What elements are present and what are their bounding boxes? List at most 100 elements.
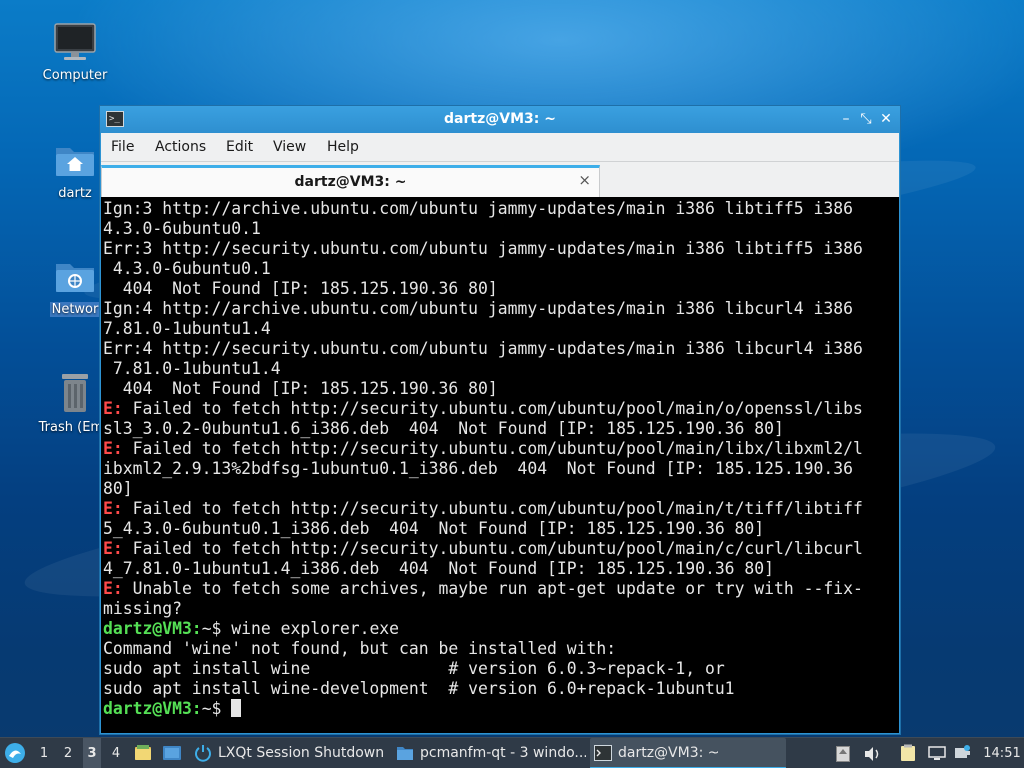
terminal-line: E: Failed to fetch http://security.ubunt…	[103, 399, 899, 419]
menu-help[interactable]: Help	[327, 139, 359, 155]
terminal-line: 404 Not Found [IP: 185.125.190.36 80]	[103, 379, 899, 399]
menu-actions[interactable]: Actions	[155, 139, 206, 155]
terminal-line: E: Failed to fetch http://security.ubunt…	[103, 539, 899, 559]
clipboard-icon	[901, 744, 915, 761]
terminal-line: 7.81.0-1ubuntu1.4	[103, 319, 899, 339]
terminal-text: Err:4 http://security.ubuntu.com/ubuntu …	[103, 339, 863, 358]
text-cursor	[231, 699, 242, 717]
error-prefix: E:	[103, 439, 123, 458]
minimize-button[interactable]: –	[836, 109, 856, 129]
error-prefix: E:	[103, 399, 123, 418]
terminal-text: 5_4.3.0-6ubuntu0.1_i386.deb 404 Not Foun…	[103, 519, 765, 538]
quicklaunch-files[interactable]	[134, 738, 154, 768]
volume-icon	[865, 747, 879, 761]
network-folder-icon	[56, 264, 94, 292]
terminal-text: Command 'wine' not found, but can be ins…	[103, 639, 617, 658]
tab-bar: dartz@VM3: ~ ×	[101, 161, 899, 198]
close-button[interactable]: ✕	[876, 109, 896, 129]
terminal-line: missing?	[103, 599, 899, 619]
desktop-icon-label: dartz	[58, 186, 92, 201]
terminal-window: >_ dartz@VM3: ~ – ⤡ ✕ File Actions Edit …	[99, 105, 901, 735]
menu-view[interactable]: View	[273, 139, 306, 155]
terminal-line: 4.3.0-6ubuntu0.1	[103, 259, 899, 279]
terminal-line: Err:4 http://security.ubuntu.com/ubuntu …	[103, 339, 899, 359]
show-desktop-icon	[163, 746, 181, 760]
terminal-text: Ign:4 http://archive.ubuntu.com/ubuntu j…	[103, 299, 853, 318]
tray-volume[interactable]	[864, 738, 882, 768]
terminal-text: ~$	[201, 699, 232, 718]
task-session-shutdown[interactable]: LXQt Session Shutdown	[190, 738, 388, 768]
tray-update-notifier[interactable]	[836, 738, 852, 768]
terminal-text: ibxml2_2.9.13%2bdfsg-1ubuntu0.1_i386.deb…	[103, 459, 853, 478]
menu-bar: File Actions Edit View Help	[101, 133, 899, 161]
maximize-button[interactable]: ⤡	[856, 109, 876, 129]
tray-network[interactable]	[928, 738, 948, 768]
task-label: dartz@VM3: ~	[618, 745, 720, 761]
task-label: LXQt Session Shutdown	[218, 745, 385, 761]
home-folder-icon	[56, 148, 94, 176]
window-titlebar[interactable]: >_ dartz@VM3: ~ – ⤡ ✕	[100, 106, 900, 133]
terminal-line: Ign:3 http://archive.ubuntu.com/ubuntu j…	[103, 199, 899, 219]
battery-icon	[955, 745, 970, 758]
taskbar: 1 2 3 4 LXQt Session Shutdown pcmanfm-qt…	[0, 737, 1024, 768]
trash-icon	[62, 374, 88, 412]
terminal-text: Failed to fetch http://security.ubuntu.c…	[122, 539, 863, 558]
terminal-text: sudo apt install wine-development # vers…	[103, 679, 735, 698]
terminal-line: 4_7.81.0-1ubuntu1.4_i386.deb 404 Not Fou…	[103, 559, 899, 579]
desktop-icon-computer[interactable]: Computer	[30, 22, 120, 83]
terminal-line: sudo apt install wine # version 6.0.3~re…	[103, 659, 899, 679]
quicklaunch-desktop[interactable]	[162, 738, 184, 768]
terminal-line: E: Unable to fetch some archives, maybe …	[103, 579, 899, 599]
folder-icon	[397, 747, 413, 760]
terminal-line: dartz@VM3:~$	[103, 699, 899, 719]
terminal-line: E: Failed to fetch http://security.ubunt…	[103, 439, 899, 459]
terminal-text: missing?	[103, 599, 182, 618]
network-icon	[928, 746, 946, 760]
workspace-4[interactable]: 4	[108, 738, 124, 768]
error-prefix: E:	[103, 539, 123, 558]
monitor-icon	[54, 23, 96, 60]
menu-edit[interactable]: Edit	[226, 139, 253, 155]
lxqt-logo-icon	[5, 743, 25, 763]
task-pcmanfm[interactable]: pcmanfm-qt - 3 windo...	[392, 738, 586, 768]
error-prefix: E:	[103, 579, 123, 598]
clock[interactable]: 14:51	[982, 738, 1022, 768]
file-manager-icon	[135, 745, 151, 760]
terminal-text: Failed to fetch http://security.ubuntu.c…	[122, 399, 863, 418]
terminal-line: sudo apt install wine-development # vers…	[103, 679, 899, 699]
terminal-text: Failed to fetch http://security.ubuntu.c…	[122, 499, 863, 518]
terminal-text: 404 Not Found [IP: 185.125.190.36 80]	[103, 279, 498, 298]
terminal-text: Unable to fetch some archives, maybe run…	[122, 579, 863, 598]
terminal-text: 80]	[103, 479, 133, 498]
tab-close-icon[interactable]: ×	[578, 171, 591, 189]
error-prefix: E:	[103, 499, 123, 518]
terminal-text: ~$ wine explorer.exe	[201, 619, 400, 638]
terminal-line: 404 Not Found [IP: 185.125.190.36 80]	[103, 279, 899, 299]
terminal-output[interactable]: Ign:3 http://archive.ubuntu.com/ubuntu j…	[101, 197, 899, 733]
terminal-line: 7.81.0-1ubuntu1.4	[103, 359, 899, 379]
shutdown-icon	[195, 745, 211, 762]
task-terminal[interactable]: dartz@VM3: ~	[590, 738, 786, 768]
terminal-text: 7.81.0-1ubuntu1.4	[103, 359, 281, 378]
tray-power[interactable]	[954, 738, 974, 768]
desktop-icon-label: Computer	[42, 68, 108, 83]
terminal-text: 7.81.0-1ubuntu1.4	[103, 319, 271, 338]
terminal-text: Err:3 http://security.ubuntu.com/ubuntu …	[103, 239, 863, 258]
shell-prompt: dartz@VM3:	[103, 619, 202, 638]
workspace-1[interactable]: 1	[36, 738, 52, 768]
terminal-text: 4.3.0-6ubuntu0.1	[103, 219, 261, 238]
workspace-3[interactable]: 3	[83, 738, 101, 768]
start-menu-button[interactable]	[4, 738, 28, 768]
menu-file[interactable]: File	[111, 139, 134, 155]
terminal-text: Failed to fetch http://security.ubuntu.c…	[122, 439, 863, 458]
tab-terminal[interactable]: dartz@VM3: ~ ×	[101, 165, 600, 198]
terminal-line: Err:3 http://security.ubuntu.com/ubuntu …	[103, 239, 899, 259]
terminal-icon	[594, 745, 612, 761]
terminal-line: dartz@VM3:~$ wine explorer.exe	[103, 619, 899, 639]
terminal-text: sl3_3.0.2-0ubuntu1.6_i386.deb 404 Not Fo…	[103, 419, 784, 438]
workspace-2[interactable]: 2	[60, 738, 76, 768]
terminal-text: sudo apt install wine # version 6.0.3~re…	[103, 659, 725, 678]
tray-clipboard[interactable]	[900, 738, 920, 768]
terminal-line: 80]	[103, 479, 899, 499]
terminal-text: 4.3.0-6ubuntu0.1	[103, 259, 271, 278]
